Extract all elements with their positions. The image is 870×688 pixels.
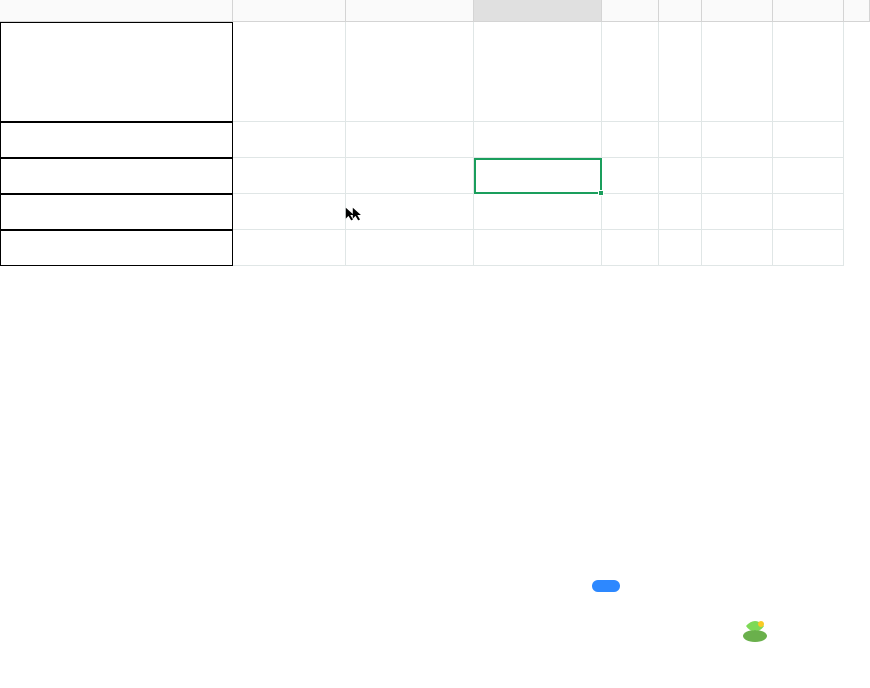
cell-k4[interactable] [773,194,844,230]
cell-g1[interactable] [474,22,602,122]
cell-e3[interactable] [233,158,346,194]
cell-d2[interactable] [0,122,233,158]
cell-k5[interactable] [773,230,844,266]
col-header-k[interactable] [773,0,844,21]
row-1 [0,22,870,122]
cell-e2[interactable] [233,122,346,158]
col-header-d[interactable] [0,0,233,21]
cell-g3[interactable] [474,158,602,194]
col-header-j[interactable] [702,0,773,21]
col-header-h[interactable] [602,0,659,21]
cell-k2[interactable] [773,122,844,158]
cell-f5[interactable] [346,230,474,266]
cell-j4[interactable] [702,194,773,230]
cell-h5[interactable] [602,230,659,266]
cell-j3[interactable] [702,158,773,194]
cell-h1[interactable] [602,22,659,122]
cell-g2[interactable] [474,122,602,158]
cell-d5[interactable] [0,230,233,266]
column-header-row [0,0,870,22]
cell-e5[interactable] [233,230,346,266]
cell-h2[interactable] [602,122,659,158]
cell-j2[interactable] [702,122,773,158]
cell-i1[interactable] [659,22,702,122]
cell-i2[interactable] [659,122,702,158]
cell-i5[interactable] [659,230,702,266]
cell-j1[interactable] [702,22,773,122]
cell-f2[interactable] [346,122,474,158]
cell-e4[interactable] [233,194,346,230]
grid-area[interactable] [0,22,870,688]
cell-f3[interactable] [346,158,474,194]
cell-e1[interactable] [233,22,346,122]
cell-g4[interactable] [474,194,602,230]
row-4 [0,194,870,230]
row-5 [0,230,870,266]
spreadsheet[interactable] [0,0,870,688]
row-3 [0,158,870,194]
cell-i3[interactable] [659,158,702,194]
cell-k1[interactable] [773,22,844,122]
cell-h4[interactable] [602,194,659,230]
cell-i4[interactable] [659,194,702,230]
cell-d3[interactable] [0,158,233,194]
row-2 [0,122,870,158]
cell-d4[interactable] [0,194,233,230]
col-header-e[interactable] [233,0,346,21]
col-header-g[interactable] [474,0,602,21]
cell-d1[interactable] [0,22,233,122]
cell-f1[interactable] [346,22,474,122]
cell-j5[interactable] [702,230,773,266]
cell-h3[interactable] [602,158,659,194]
col-header-extra[interactable] [844,0,870,21]
col-header-f[interactable] [346,0,474,21]
cell-f4[interactable] [346,194,474,230]
col-header-i[interactable] [659,0,702,21]
cell-g5[interactable] [474,230,602,266]
cell-k3[interactable] [773,158,844,194]
